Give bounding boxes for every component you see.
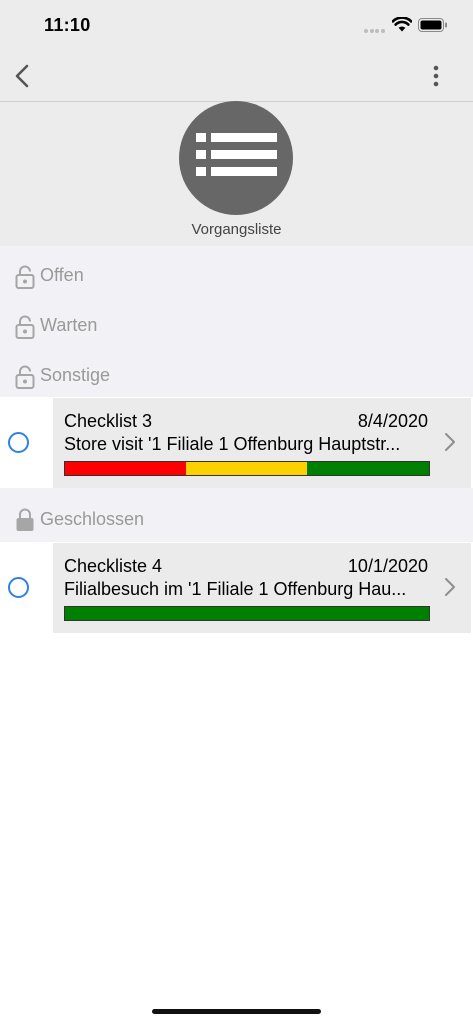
- progress-segment: [307, 462, 429, 475]
- group-label: Sonstige: [40, 365, 111, 385]
- lock-closed-icon: [16, 508, 34, 531]
- page-title: Vorgangsliste: [191, 221, 282, 238]
- progress-bar: [64, 606, 430, 621]
- select-radio[interactable]: [8, 432, 29, 453]
- group-warten[interactable]: Warten: [0, 300, 473, 350]
- progress-segment: [65, 462, 187, 475]
- more-options-icon[interactable]: [426, 63, 446, 89]
- progress-segment: [186, 462, 308, 475]
- chevron-right-icon: [445, 433, 455, 451]
- lock-open-icon: [15, 315, 35, 339]
- lock-open-icon: [15, 265, 35, 289]
- status-bar: 11:10: [0, 0, 473, 50]
- group-label: Geschlossen: [40, 509, 145, 529]
- item-card[interactable]: Checklist 3 8/4/2020 Store visit '1 Fili…: [53, 398, 471, 488]
- lock-open-icon: [15, 365, 35, 389]
- home-indicator[interactable]: [152, 1009, 321, 1014]
- list-header: Vorgangsliste: [0, 101, 473, 246]
- back-chevron-icon[interactable]: [10, 62, 36, 90]
- progress-segment: [65, 607, 429, 620]
- list-icon: [179, 101, 293, 215]
- item-card[interactable]: Checkliste 4 10/1/2020 Filialbesuch im '…: [53, 543, 471, 633]
- group-sonstige[interactable]: Sonstige: [0, 350, 473, 400]
- cellular-signal-icon: [364, 29, 386, 33]
- list-item[interactable]: Checklist 3 8/4/2020 Store visit '1 Fili…: [0, 398, 473, 488]
- select-radio[interactable]: [8, 577, 29, 598]
- list-item[interactable]: Checkliste 4 10/1/2020 Filialbesuch im '…: [0, 543, 473, 633]
- group-label: Warten: [40, 315, 98, 335]
- item-date: 8/4/2020: [357, 411, 428, 431]
- chevron-right-icon: [445, 578, 455, 596]
- status-time: 11:10: [44, 15, 91, 35]
- progress-bar: [64, 461, 430, 476]
- item-subtitle: Store visit '1 Filiale 1 Offenburg Haupt…: [64, 434, 401, 454]
- item-title: Checklist 3: [64, 411, 153, 431]
- navigation-bar: [0, 50, 473, 102]
- item-title: Checkliste 4: [64, 556, 163, 576]
- group-list: Offen Warten Sonstige: [0, 246, 473, 397]
- item-subtitle: Filialbesuch im '1 Filiale 1 Offenburg H…: [64, 579, 407, 599]
- battery-icon: [418, 18, 447, 32]
- group-offen[interactable]: Offen: [0, 250, 473, 300]
- wifi-icon: [392, 17, 412, 32]
- group-label: Offen: [40, 265, 84, 285]
- item-date: 10/1/2020: [347, 556, 428, 576]
- group-geschlossen[interactable]: Geschlossen: [0, 488, 473, 542]
